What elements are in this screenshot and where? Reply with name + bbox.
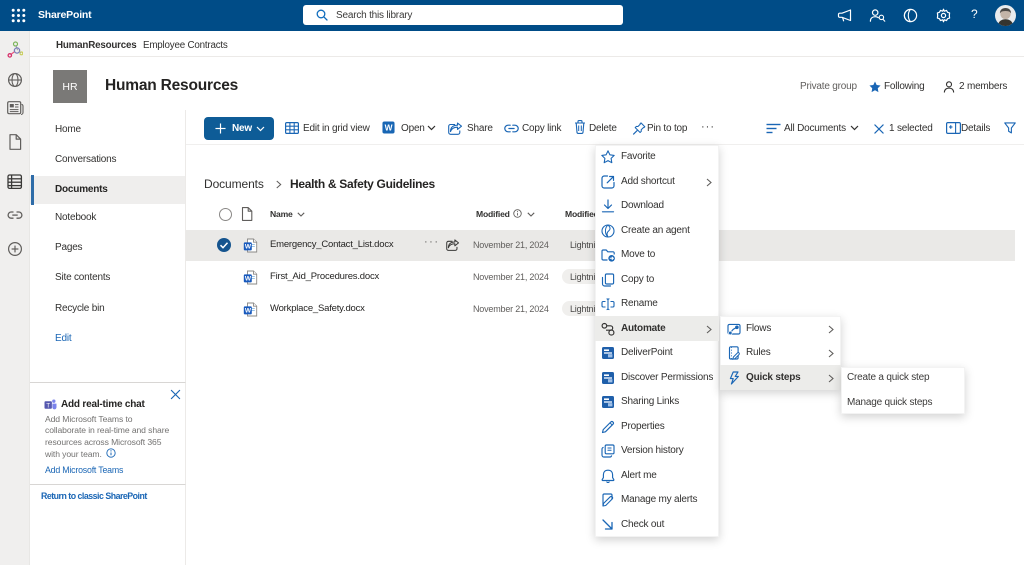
svg-text:T: T	[46, 402, 50, 409]
svg-text:W: W	[385, 123, 393, 133]
